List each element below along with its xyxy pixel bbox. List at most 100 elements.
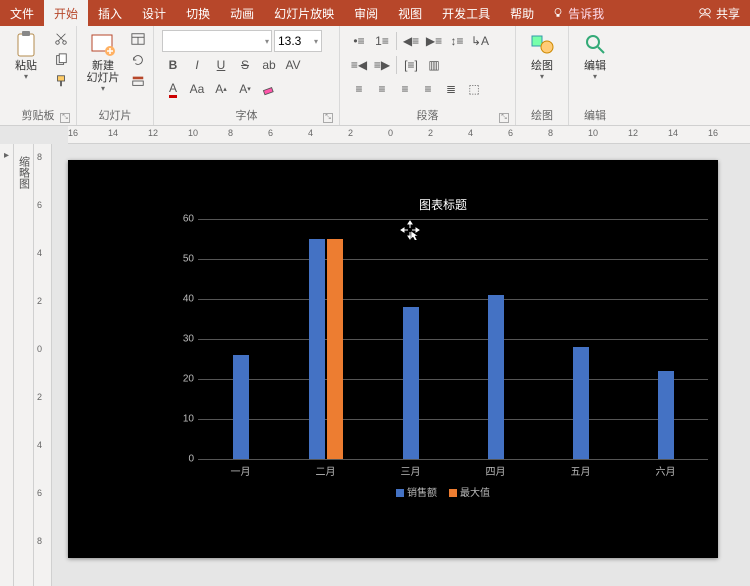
slide-canvas[interactable]: 图表标题 0102030405060 一月二月三月四月五月六月 销售额最大值 bbox=[52, 144, 750, 586]
indent-button[interactable]: ≡▶ bbox=[371, 54, 393, 76]
chart-bar[interactable] bbox=[233, 355, 249, 459]
slide[interactable]: 图表标题 0102030405060 一月二月三月四月五月六月 销售额最大值 bbox=[68, 160, 718, 558]
chart-category[interactable] bbox=[453, 219, 538, 459]
scissors-icon bbox=[54, 32, 68, 46]
chart-bar[interactable] bbox=[573, 347, 589, 459]
legend-item[interactable]: 销售额 bbox=[396, 484, 437, 499]
x-tick-label: 三月 bbox=[368, 459, 453, 478]
format-painter-button[interactable] bbox=[51, 71, 71, 91]
ruler-tick: 14 bbox=[108, 128, 118, 138]
ruler-horizontal: 1614121086420246810121416 bbox=[68, 126, 750, 144]
increase-font-button[interactable]: A▴ bbox=[210, 78, 232, 100]
distribute-button[interactable]: ≣ bbox=[440, 78, 462, 100]
columns-button[interactable]: ▥ bbox=[423, 54, 445, 76]
increase-indent-button[interactable]: ▶≡ bbox=[423, 30, 445, 52]
outdent-button[interactable]: ≡◀ bbox=[348, 54, 370, 76]
ruler-tick: 8 bbox=[37, 152, 42, 162]
char-spacing-button[interactable]: AV bbox=[282, 54, 304, 76]
underline-button[interactable]: U bbox=[210, 54, 232, 76]
chart-x-axis[interactable]: 一月二月三月四月五月六月 bbox=[198, 459, 708, 478]
chart-object[interactable]: 图表标题 0102030405060 一月二月三月四月五月六月 销售额最大值 bbox=[178, 196, 708, 506]
dialog-launcher[interactable]: ⤡ bbox=[323, 113, 333, 123]
font-color-button[interactable]: A bbox=[162, 78, 184, 100]
share-label: 共享 bbox=[716, 5, 740, 22]
chart-category[interactable] bbox=[538, 219, 623, 459]
chart-bar[interactable] bbox=[658, 371, 674, 459]
chart-bar[interactable] bbox=[488, 295, 504, 459]
cut-button[interactable] bbox=[51, 29, 71, 49]
editing-button[interactable]: 编辑 ▾ bbox=[573, 28, 617, 83]
group-paragraph: •≡ 1≡ ◀≡ ▶≡ ↕≡ ↳A ≡◀ ≡▶ [≡] ▥ ≡ ≡ ≡ ≡ ≣ bbox=[340, 26, 516, 125]
chart-bar[interactable] bbox=[403, 307, 419, 459]
tell-me[interactable]: 告诉我 bbox=[544, 0, 612, 26]
align-text-button[interactable]: [≡] bbox=[400, 54, 422, 76]
ruler-tick: 4 bbox=[308, 128, 313, 138]
align-right-button[interactable]: ≡ bbox=[394, 78, 416, 100]
new-slide-label: 新建 幻灯片 bbox=[87, 60, 120, 84]
legend-swatch bbox=[396, 489, 404, 497]
chart-category[interactable] bbox=[283, 219, 368, 459]
font-size-value: 13.3 bbox=[278, 34, 301, 48]
tab-design[interactable]: 设计 bbox=[132, 0, 176, 26]
chart-category[interactable] bbox=[368, 219, 453, 459]
strike-button[interactable]: S bbox=[234, 54, 256, 76]
x-tick-label: 六月 bbox=[623, 459, 708, 478]
tab-developer[interactable]: 开发工具 bbox=[432, 0, 500, 26]
copy-button[interactable] bbox=[51, 50, 71, 70]
smartart-button[interactable]: ⬚ bbox=[463, 78, 485, 100]
ruler-tick: 0 bbox=[37, 344, 42, 354]
align-center-button[interactable]: ≡ bbox=[371, 78, 393, 100]
chart-bar[interactable] bbox=[327, 239, 343, 459]
tab-home[interactable]: 开始 bbox=[44, 0, 88, 26]
ribbon: 粘贴 ▾ 剪贴板⤡ 新建 幻灯片 ▾ 幻灯片 bbox=[0, 26, 750, 126]
outline-toggle[interactable]: ▸ bbox=[0, 144, 14, 586]
ruler-tick: 6 bbox=[508, 128, 513, 138]
tab-help[interactable]: 帮助 bbox=[500, 0, 544, 26]
font-size-combo[interactable]: 13.3▾ bbox=[274, 30, 322, 52]
paste-button[interactable]: 粘贴 ▾ bbox=[4, 28, 48, 83]
bold-button[interactable]: B bbox=[162, 54, 184, 76]
align-left-button[interactable]: ≡ bbox=[348, 78, 370, 100]
bullets-button[interactable]: •≡ bbox=[348, 30, 370, 52]
dialog-launcher[interactable]: ⤡ bbox=[499, 113, 509, 123]
tab-insert[interactable]: 插入 bbox=[88, 0, 132, 26]
font-family-combo[interactable]: ▾ bbox=[162, 30, 272, 52]
share-button[interactable]: 共享 bbox=[688, 0, 750, 26]
text-direction-button[interactable]: ↳A bbox=[469, 30, 491, 52]
section-button[interactable] bbox=[128, 71, 148, 91]
ruler-tick: 12 bbox=[148, 128, 158, 138]
tab-file[interactable]: 文件 bbox=[0, 0, 44, 26]
tab-view[interactable]: 视图 bbox=[388, 0, 432, 26]
legend-item[interactable]: 最大值 bbox=[449, 484, 490, 499]
dialog-launcher[interactable]: ⤡ bbox=[60, 113, 70, 123]
section-icon bbox=[131, 74, 145, 88]
chart-legend[interactable]: 销售额最大值 bbox=[178, 484, 708, 499]
change-case-button[interactable]: Aa bbox=[186, 78, 208, 100]
drawing-button[interactable]: 绘图 ▾ bbox=[520, 28, 564, 83]
chart-title[interactable]: 图表标题 bbox=[178, 196, 708, 213]
new-slide-button[interactable]: 新建 幻灯片 ▾ bbox=[81, 28, 125, 95]
tab-animation[interactable]: 动画 bbox=[220, 0, 264, 26]
y-tick-label: 60 bbox=[176, 214, 194, 225]
ruler-tick: 6 bbox=[268, 128, 273, 138]
thumbnail-panel[interactable]: 缩略图 bbox=[14, 144, 34, 586]
justify-button[interactable]: ≡ bbox=[417, 78, 439, 100]
layout-button[interactable] bbox=[128, 29, 148, 49]
chart-bar[interactable] bbox=[309, 239, 325, 459]
chart-category[interactable] bbox=[198, 219, 283, 459]
decrease-indent-button[interactable]: ◀≡ bbox=[400, 30, 422, 52]
editing-group-label: 编辑 bbox=[573, 105, 617, 125]
decrease-font-button[interactable]: A▾ bbox=[234, 78, 256, 100]
reset-button[interactable] bbox=[128, 50, 148, 70]
chart-category[interactable] bbox=[623, 219, 708, 459]
italic-button[interactable]: I bbox=[186, 54, 208, 76]
ruler-tick: 2 bbox=[37, 392, 42, 402]
tab-transition[interactable]: 切换 bbox=[176, 0, 220, 26]
numbering-button[interactable]: 1≡ bbox=[371, 30, 393, 52]
shadow-button[interactable]: ab bbox=[258, 54, 280, 76]
clear-format-button[interactable] bbox=[258, 78, 280, 100]
tab-review[interactable]: 审阅 bbox=[344, 0, 388, 26]
chart-plot-area[interactable]: 0102030405060 bbox=[198, 219, 708, 459]
line-spacing-button[interactable]: ↕≡ bbox=[446, 30, 468, 52]
tab-slideshow[interactable]: 幻灯片放映 bbox=[264, 0, 344, 26]
